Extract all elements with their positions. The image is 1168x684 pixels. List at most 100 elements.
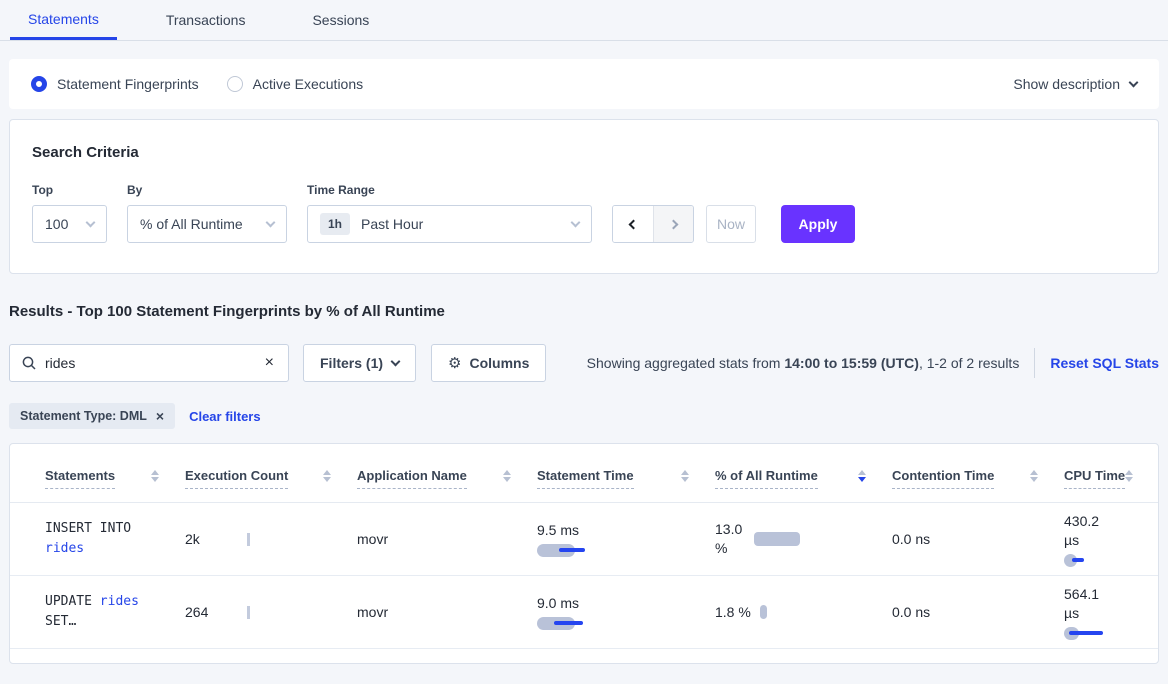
vertical-divider xyxy=(1034,348,1035,378)
time-range-pager xyxy=(612,205,694,243)
execution-count-bar xyxy=(247,533,250,546)
statement-fingerprint-cell: UPDATE rides SET… xyxy=(45,592,185,632)
pct-runtime-cell: 13.0 % xyxy=(715,520,892,558)
execution-count-cell: 2k xyxy=(185,531,357,547)
filters-button[interactable]: Filters (1) xyxy=(303,344,416,382)
statement-time-cell: 9.5 ms xyxy=(537,522,715,557)
search-criteria-card: Search Criteria Top 100 By % of All Runt… xyxy=(9,119,1159,274)
apply-button[interactable]: Apply xyxy=(781,205,855,243)
time-range-next-button[interactable] xyxy=(653,206,693,242)
columns-button[interactable]: ⚙ Columns xyxy=(431,344,546,382)
column-header-label[interactable]: Statements xyxy=(45,468,115,489)
top-select[interactable]: 100 xyxy=(32,205,107,243)
radio-statement-fingerprints[interactable]: Statement Fingerprints xyxy=(31,76,199,92)
cpu-time-bar xyxy=(1064,627,1124,640)
contention-time-cell: 0.0 ns xyxy=(892,531,1064,547)
top-control-group: Top 100 xyxy=(32,183,107,243)
clear-search-icon[interactable]: × xyxy=(263,354,276,372)
sort-icon[interactable] xyxy=(151,470,159,482)
page-tabs: Statements Transactions Sessions xyxy=(0,0,1168,41)
column-header-pct-of-all-runtime[interactable]: % of All Runtime xyxy=(715,468,892,489)
pct-runtime-value: 13.0 % xyxy=(715,520,742,558)
gear-icon: ⚙ xyxy=(448,354,461,372)
statement-fingerprint-cell: INSERT INTO rides xyxy=(45,519,185,559)
radio-active-executions[interactable]: Active Executions xyxy=(227,76,364,92)
now-button[interactable]: Now xyxy=(706,205,756,243)
chevron-left-icon xyxy=(628,219,638,229)
reset-sql-stats-link[interactable]: Reset SQL Stats xyxy=(1050,355,1159,371)
statement-text: SET… xyxy=(45,614,76,629)
cpu-time-bar xyxy=(1064,554,1124,567)
chevron-down-icon xyxy=(391,357,401,367)
statement-time-value: 9.5 ms xyxy=(537,522,715,538)
radio-active-executions-label: Active Executions xyxy=(253,76,364,92)
show-description-toggle[interactable]: Show description xyxy=(1013,76,1137,92)
statement-text: UPDATE xyxy=(45,594,92,609)
column-header-label[interactable]: Statement Time xyxy=(537,468,634,489)
chevron-right-icon xyxy=(669,219,679,229)
sort-icon[interactable] xyxy=(1030,470,1038,482)
search-input[interactable] xyxy=(45,355,263,371)
column-header-statements[interactable]: Statements xyxy=(45,468,185,489)
tab-statements[interactable]: Statements xyxy=(10,0,117,40)
pct-runtime-bar xyxy=(754,532,800,546)
execution-count-value: 2k xyxy=(185,531,247,547)
pct-runtime-bar xyxy=(760,605,767,619)
column-header-label[interactable]: Execution Count xyxy=(185,468,288,489)
column-header-execution-count[interactable]: Execution Count xyxy=(185,468,357,489)
chevron-down-icon xyxy=(86,218,96,228)
radio-unselected-icon[interactable] xyxy=(227,76,243,92)
time-range-value: Past Hour xyxy=(361,216,423,232)
showing-range: 14:00 to 15:59 (UTC) xyxy=(784,355,919,371)
search-icon xyxy=(22,356,36,370)
column-header-statement-time[interactable]: Statement Time xyxy=(537,468,715,489)
execution-count-value: 264 xyxy=(185,604,247,620)
sort-icon[interactable] xyxy=(681,470,689,482)
execution-count-bar xyxy=(247,606,250,619)
table-header-row: Statements Execution Count Application N… xyxy=(10,444,1158,503)
application-name-cell: movr xyxy=(357,531,537,547)
sort-icon-active-desc[interactable] xyxy=(858,470,866,482)
column-header-application-name[interactable]: Application Name xyxy=(357,468,537,489)
statement-link[interactable]: rides xyxy=(100,594,139,609)
columns-button-label: Columns xyxy=(469,355,529,371)
time-range-label: Time Range xyxy=(307,183,592,197)
column-header-contention-time[interactable]: Contention Time xyxy=(892,468,1064,489)
sort-icon[interactable] xyxy=(503,470,511,482)
chevron-down-icon xyxy=(1129,78,1139,88)
execution-count-cell: 264 xyxy=(185,604,357,620)
cpu-time-cell: 564.1 µs xyxy=(1064,585,1158,640)
sort-icon[interactable] xyxy=(323,470,331,482)
column-header-label[interactable]: Application Name xyxy=(357,468,467,489)
time-range-prev-button[interactable] xyxy=(613,206,653,242)
statement-link[interactable]: rides xyxy=(45,541,84,556)
search-criteria-title: Search Criteria xyxy=(32,144,1136,161)
radio-selected-icon[interactable] xyxy=(31,76,47,92)
clear-filters-link[interactable]: Clear filters xyxy=(189,409,261,424)
column-header-label[interactable]: % of All Runtime xyxy=(715,468,818,489)
statement-text: INSERT INTO xyxy=(45,521,131,536)
cpu-time-cell: 430.2 µs xyxy=(1064,512,1158,567)
cpu-time-value: 430.2 µs xyxy=(1064,512,1158,550)
statement-time-cell: 9.0 ms xyxy=(537,595,715,630)
sort-icon[interactable] xyxy=(1125,470,1133,482)
tab-sessions[interactable]: Sessions xyxy=(294,0,387,40)
radio-statement-fingerprints-label: Statement Fingerprints xyxy=(57,76,199,92)
results-controls: × Filters (1) ⚙ Columns Showing aggregat… xyxy=(9,344,1159,382)
remove-filter-icon[interactable]: × xyxy=(156,408,164,424)
column-header-label[interactable]: Contention Time xyxy=(892,468,994,489)
chevron-down-icon xyxy=(571,218,581,228)
statement-time-bar xyxy=(537,617,597,630)
tab-transactions[interactable]: Transactions xyxy=(148,0,264,40)
showing-prefix: Showing aggregated stats from xyxy=(587,355,785,371)
statements-table: Statements Execution Count Application N… xyxy=(9,443,1159,664)
filters-button-label: Filters (1) xyxy=(320,355,383,371)
filter-chip-row: Statement Type: DML × Clear filters xyxy=(9,403,1159,429)
top-label: Top xyxy=(32,183,107,197)
by-select[interactable]: % of All Runtime xyxy=(127,205,287,243)
time-range-select[interactable]: 1h Past Hour xyxy=(307,205,592,243)
time-range-control-group: Time Range 1h Past Hour xyxy=(307,183,592,243)
contention-time-cell: 0.0 ns xyxy=(892,604,1064,620)
column-header-cpu-time[interactable]: CPU Time xyxy=(1064,468,1158,489)
column-header-label[interactable]: CPU Time xyxy=(1064,468,1125,489)
